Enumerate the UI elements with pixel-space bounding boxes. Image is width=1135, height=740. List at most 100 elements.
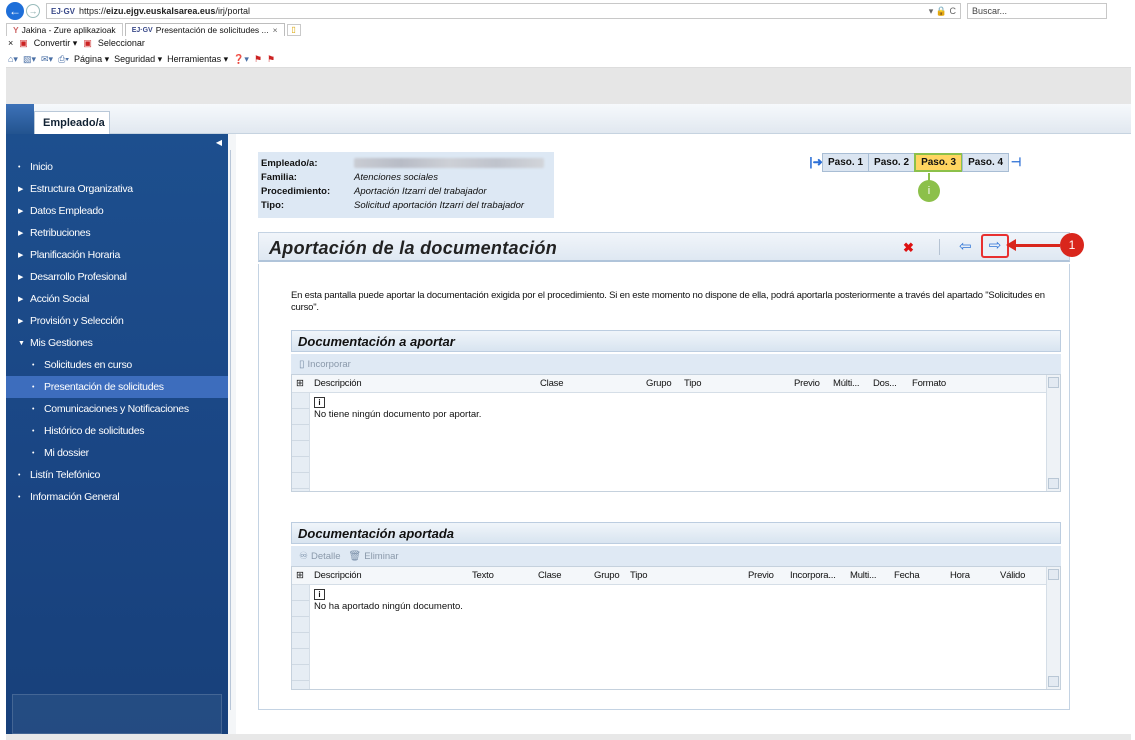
sidebar-item-retribuciones[interactable]: ▶ Retribuciones [6, 222, 228, 244]
col-tipo[interactable]: Tipo [630, 570, 648, 581]
col-descripcion[interactable]: Descripción [314, 570, 362, 581]
sidebar-item-historico[interactable]: • Histórico de solicitudes [6, 420, 228, 442]
sidebar-item-solicitudes-curso[interactable]: • Solicitudes en curso [6, 354, 228, 376]
horizontal-scrollbar[interactable] [6, 734, 1131, 740]
previous-arrow-icon[interactable]: ⇦ [959, 237, 972, 255]
scroll-down-icon[interactable] [1048, 478, 1059, 489]
col-texto[interactable]: Texto [472, 570, 494, 581]
sidebar-item-datos[interactable]: ▶ Datos Empleado [6, 200, 228, 222]
scroll-down-icon[interactable] [1048, 676, 1059, 687]
feeds-icon[interactable]: ▧▾ [23, 54, 36, 65]
collapse-sidebar-icon[interactable]: ◀ [216, 138, 222, 147]
sidebar-item-dossier[interactable]: • Mi dossier [6, 442, 228, 464]
incorporate-button[interactable]: ▯ Incorporar [299, 359, 351, 370]
print-icon[interactable]: ⎙▾ [58, 54, 69, 65]
scroll-up-icon[interactable] [1048, 377, 1059, 388]
col-incorpora[interactable]: Incorpora... [790, 570, 836, 581]
step-3[interactable]: Paso. 3 [914, 152, 964, 172]
col-multi[interactable]: Multi... [850, 570, 877, 581]
cancel-icon[interactable]: ✖ [903, 240, 914, 256]
first-step-icon[interactable]: |➜ [809, 155, 823, 169]
addon-icon-2[interactable]: ⚑ [267, 54, 275, 65]
security-menu[interactable]: Seguridad ▾ [114, 54, 162, 65]
sidebar-item-planificacion[interactable]: ▶ Planificación Horaria [6, 244, 228, 266]
col-valido[interactable]: Válido [1000, 570, 1025, 581]
last-step-icon[interactable]: ⊣ [1009, 155, 1023, 169]
close-toolbar-icon[interactable]: × [8, 38, 13, 48]
bullet-icon: • [18, 493, 21, 501]
vertical-scrollbar[interactable] [1046, 375, 1060, 491]
family-label: Familia: [261, 171, 297, 183]
url-field[interactable]: EJ·GV https://eizu.ejgv.euskalsarea.eus /… [46, 3, 961, 19]
sidebar-item-inicio[interactable]: • Inicio [6, 156, 228, 178]
addon-icon[interactable]: ⚑ [254, 54, 262, 65]
browser-content-gap [6, 68, 1131, 104]
col-descripcion[interactable]: Descripción [314, 378, 362, 389]
sidebar-item-informacion[interactable]: • Información General [6, 486, 228, 508]
home-icon[interactable]: ⌂▾ [8, 54, 18, 65]
select-pdf-icon: ▣ [83, 37, 92, 48]
col-previo[interactable]: Previo [748, 570, 774, 581]
detail-button[interactable]: ♾ Detalle [299, 551, 341, 562]
sidebar-item-accion-social[interactable]: ▶ Acción Social [6, 288, 228, 310]
delete-button[interactable]: 🗑 Eliminar [349, 551, 399, 562]
sidebar-item-listin[interactable]: • Listín Telefónico [6, 464, 228, 486]
intro-text: En esta pantalla puede aportar la docume… [291, 290, 1045, 313]
back-arrow-icon[interactable]: ← [6, 2, 24, 20]
sidebar-item-mis-gestiones[interactable]: ▼ Mis Gestiones [6, 332, 228, 354]
col-grupo[interactable]: Grupo [646, 378, 672, 389]
vertical-scrollbar[interactable] [1046, 567, 1060, 689]
close-tab-icon[interactable]: × [273, 25, 278, 35]
col-clase[interactable]: Clase [540, 378, 563, 389]
page-title: Aportación de la documentación [269, 238, 558, 258]
convert-button[interactable]: Convertir ▾ [34, 38, 78, 49]
step-1[interactable]: Paso. 1 [822, 152, 870, 172]
sidebar-item-label: Acción Social [30, 293, 90, 305]
table-settings-icon[interactable]: ⊞ [296, 378, 304, 389]
forward-arrow-icon[interactable]: → [26, 4, 40, 18]
type-value: Solicitud aportación Itzarri del trabaja… [354, 199, 525, 211]
browser-tab-presentacion[interactable]: EJ·GV Presentación de solicitudes ... × [124, 23, 285, 36]
new-tab-icon[interactable]: ▯ [286, 24, 301, 36]
bullet-icon: • [32, 361, 35, 369]
col-grupo[interactable]: Grupo [594, 570, 620, 581]
sidebar-item-provision[interactable]: ▶ Provisión y Selección [6, 310, 228, 332]
scroll-up-icon[interactable] [1048, 569, 1059, 580]
doc-to-provide-table: ⊞ Descripción Clase Grupo Tipo Previo Mú… [291, 374, 1061, 492]
col-formato[interactable]: Formato [912, 378, 946, 389]
command-bar: ⌂▾ ▧▾ ✉▾ ⎙▾ Página ▾ Seguridad ▾ Herrami… [6, 52, 1131, 68]
sidebar-item-estructura[interactable]: ▶ Estructura Organizativa [6, 178, 228, 200]
page-menu[interactable]: Página ▾ [74, 54, 109, 65]
help-icon[interactable]: ❓▾ [233, 54, 249, 65]
table-settings-icon[interactable]: ⊞ [296, 570, 304, 581]
col-clase[interactable]: Clase [538, 570, 561, 581]
url-tools-icons[interactable]: ▾ 🔒 C [929, 6, 956, 17]
browser-tab-jakina[interactable]: Y Jakina - Zure aplikazioak [6, 23, 123, 36]
annotation-arrow [1014, 244, 1060, 247]
url-path: /irj/portal [215, 6, 250, 16]
step-2[interactable]: Paso. 2 [868, 152, 916, 172]
col-fecha[interactable]: Fecha [894, 570, 920, 581]
tab-empleado[interactable]: Empleado/a [34, 111, 110, 134]
site-favicon-icon: EJ·GV [131, 26, 153, 34]
bullet-icon: • [32, 383, 35, 391]
tools-menu[interactable]: Herramientas ▾ [167, 54, 228, 65]
mail-icon[interactable]: ✉▾ [41, 54, 53, 65]
document-icon: ▯ [299, 358, 305, 370]
select-button[interactable]: Seleccionar [98, 38, 145, 48]
table-header: ⊞ Descripción Texto Clase Grupo Tipo Pre… [292, 567, 1060, 585]
col-tipo[interactable]: Tipo [684, 378, 702, 389]
col-dos[interactable]: Dos... [873, 378, 897, 389]
browser-search-input[interactable]: Buscar... [967, 3, 1107, 19]
sidebar-item-label: Listín Telefónico [30, 469, 101, 481]
sidebar-item-desarrollo[interactable]: ▶ Desarrollo Profesional [6, 266, 228, 288]
step-4[interactable]: Paso. 4 [962, 152, 1010, 172]
sidebar-item-presentacion[interactable]: • Presentación de solicitudes [6, 376, 228, 398]
sidebar-item-comunicaciones[interactable]: • Comunicaciones y Notificaciones [6, 398, 228, 420]
sidebar-item-label: Datos Empleado [30, 205, 104, 217]
doc-provided-header: Documentación aportada [291, 522, 1061, 544]
col-previo[interactable]: Previo [794, 378, 820, 389]
col-hora[interactable]: Hora [950, 570, 970, 581]
col-multi[interactable]: Múlti... [833, 378, 860, 389]
next-arrow-icon[interactable]: ⇨ [981, 234, 1009, 258]
